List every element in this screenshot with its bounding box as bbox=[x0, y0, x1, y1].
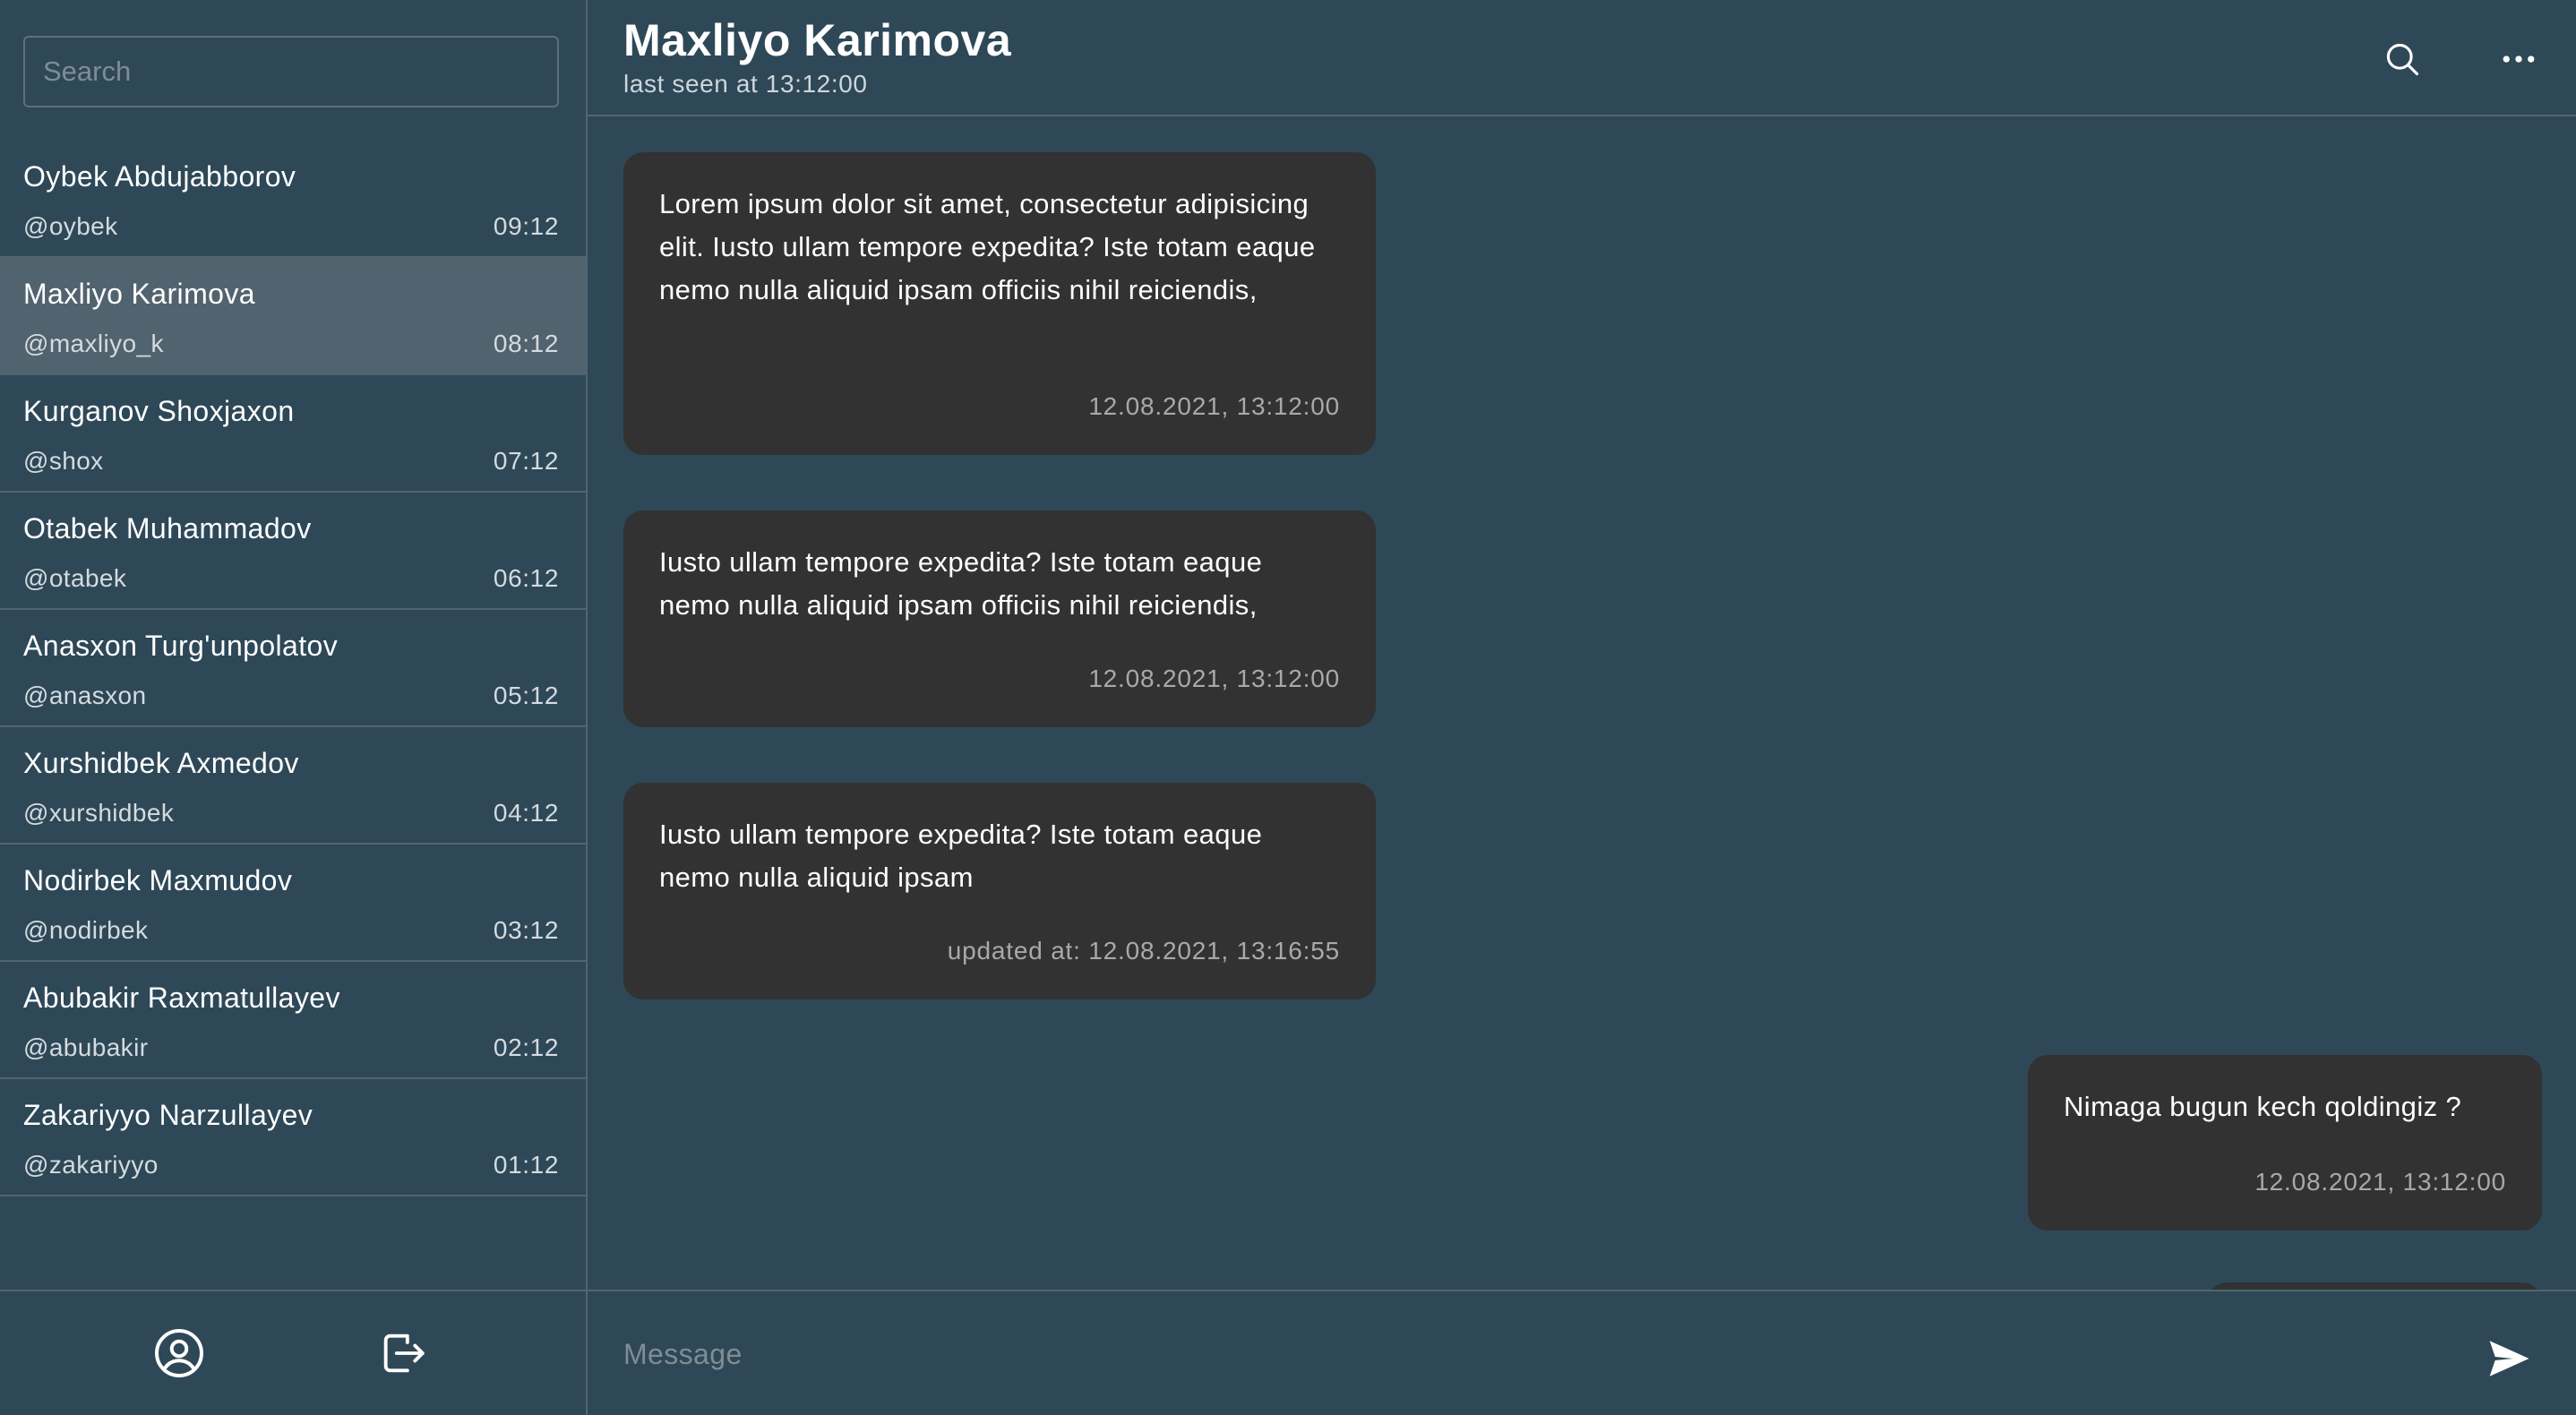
chat-handle: @maxliyo_k bbox=[23, 330, 164, 357]
chat-panel: Maxliyo Karimova last seen at 13:12:00 L… bbox=[588, 0, 2576, 1415]
chat-time: 03:12 bbox=[493, 916, 559, 944]
message-bubble-incoming[interactable]: Iusto ullam tempore expedita? Iste totam… bbox=[623, 510, 1376, 727]
message-timestamp: 12.08.2021, 13:12:00 bbox=[2254, 1168, 2506, 1196]
chat-name: Otabek Muhammadov bbox=[23, 512, 312, 545]
chat-name: Abubakir Raxmatullayev bbox=[23, 982, 340, 1014]
send-icon bbox=[2489, 1341, 2529, 1376]
chat-name: Oybek Abdujabborov bbox=[23, 160, 296, 193]
chat-item[interactable]: Anasxon Turg'unpolatov @anasxon 05:12 bbox=[0, 610, 586, 727]
chat-list: Oybek Abdujabborov @oybek 09:12 Maxliyo … bbox=[0, 141, 586, 1196]
messenger-app: Oybek Abdujabborov @oybek 09:12 Maxliyo … bbox=[0, 0, 2576, 1415]
sidebar: Oybek Abdujabborov @oybek 09:12 Maxliyo … bbox=[0, 0, 588, 1415]
chat-item[interactable]: Xurshidbek Axmedov @xurshidbek 04:12 bbox=[0, 727, 586, 845]
last-seen-status: last seen at 13:12:00 bbox=[623, 70, 868, 98]
logout-icon bbox=[383, 1334, 425, 1373]
chat-time: 09:12 bbox=[493, 212, 559, 240]
chat-handle: @xurshidbek bbox=[23, 799, 175, 827]
message-text: Iusto ullam tempore expedita? Iste totam… bbox=[659, 546, 1263, 621]
more-horizontal-icon bbox=[2503, 56, 2535, 63]
chat-time: 07:12 bbox=[493, 447, 559, 475]
chat-name: Nodirbek Maxmudov bbox=[23, 864, 293, 896]
user-circle-icon bbox=[155, 1329, 203, 1377]
chat-name: Zakariyyo Narzullayev bbox=[23, 1099, 313, 1131]
chat-name: Anasxon Turg'unpolatov bbox=[23, 630, 339, 662]
chat-item[interactable]: Kurganov Shoxjaxon @shox 07:12 bbox=[0, 375, 586, 493]
message-text: Iusto ullam tempore expedita? Iste totam… bbox=[659, 819, 1263, 893]
logout-button[interactable] bbox=[372, 1322, 434, 1385]
message-bubble-outgoing-partial[interactable] bbox=[2207, 1282, 2542, 1290]
chat-name: Xurshidbek Axmedov bbox=[23, 747, 299, 779]
more-options-button[interactable] bbox=[2494, 34, 2544, 84]
chat-item-active[interactable]: Maxliyo Karimova @maxliyo_k 08:12 bbox=[0, 258, 586, 375]
chat-time: 01:12 bbox=[493, 1151, 559, 1179]
chat-item[interactable]: Oybek Abdujabborov @oybek 09:12 bbox=[0, 141, 586, 258]
message-timestamp: 12.08.2021, 13:12:00 bbox=[1088, 392, 1340, 420]
message-bubble-incoming[interactable]: Iusto ullam tempore expedita? Iste totam… bbox=[623, 783, 1376, 999]
search-input[interactable] bbox=[23, 36, 559, 107]
chat-time: 05:12 bbox=[493, 682, 559, 709]
chat-handle: @otabek bbox=[23, 564, 127, 592]
chat-handle: @oybek bbox=[23, 212, 118, 240]
chat-item[interactable]: Abubakir Raxmatullayev @abubakir 02:12 bbox=[0, 962, 586, 1079]
chat-name: Kurganov Shoxjaxon bbox=[23, 395, 295, 427]
message-list: Lorem ipsum dolor sit amet, consectetur … bbox=[588, 118, 2576, 1290]
chat-time: 08:12 bbox=[493, 330, 559, 357]
chat-handle: @zakariyyo bbox=[23, 1151, 159, 1179]
chat-item[interactable]: Otabek Muhammadov @otabek 06:12 bbox=[0, 493, 586, 610]
message-timestamp: updated at: 12.08.2021, 13:16:55 bbox=[947, 937, 1340, 965]
message-input[interactable] bbox=[623, 1318, 2415, 1390]
contact-name: Maxliyo Karimova bbox=[623, 15, 1012, 65]
chat-handle: @shox bbox=[23, 447, 104, 475]
chat-handle: @anasxon bbox=[23, 682, 147, 709]
chat-item[interactable]: Nodirbek Maxmudov @nodirbek 03:12 bbox=[0, 845, 586, 962]
chat-header: Maxliyo Karimova last seen at 13:12:00 bbox=[588, 0, 2576, 116]
search-messages-button[interactable] bbox=[2377, 34, 2427, 84]
chat-time: 02:12 bbox=[493, 1033, 559, 1061]
search-icon bbox=[2386, 43, 2419, 76]
message-text: Lorem ipsum dolor sit amet, consectetur … bbox=[659, 188, 1316, 305]
send-button[interactable] bbox=[2477, 1327, 2540, 1390]
message-composer bbox=[588, 1290, 2576, 1415]
chat-time: 06:12 bbox=[493, 564, 559, 592]
chat-handle: @nodirbek bbox=[23, 916, 149, 944]
message-bubble-outgoing[interactable]: Nimaga bugun kech qoldingiz ? 12.08.2021… bbox=[2028, 1055, 2542, 1231]
message-bubble-incoming[interactable]: Lorem ipsum dolor sit amet, consectetur … bbox=[623, 152, 1376, 455]
profile-button[interactable] bbox=[148, 1322, 210, 1385]
chat-item[interactable]: Zakariyyo Narzullayev @zakariyyo 01:12 bbox=[0, 1079, 586, 1196]
sidebar-search bbox=[23, 36, 559, 107]
message-timestamp: 12.08.2021, 13:12:00 bbox=[1088, 665, 1340, 692]
message-text: Nimaga bugun kech qoldingiz ? bbox=[2064, 1091, 2462, 1122]
chat-time: 04:12 bbox=[493, 799, 559, 827]
chat-handle: @abubakir bbox=[23, 1033, 149, 1061]
sidebar-footer bbox=[0, 1290, 586, 1415]
chat-name: Maxliyo Karimova bbox=[23, 278, 255, 310]
